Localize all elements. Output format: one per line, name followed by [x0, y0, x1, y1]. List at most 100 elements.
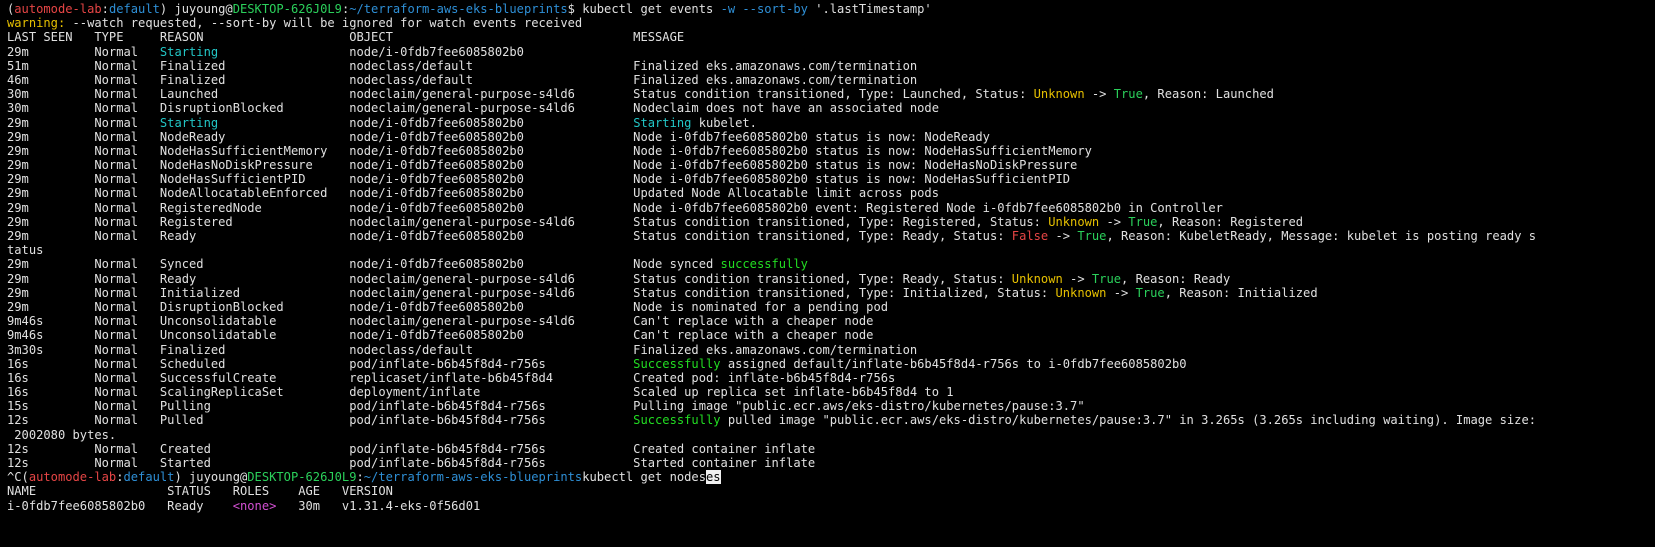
terminal-text-segment: : [116, 470, 124, 485]
terminal-text-segment: Starting [159, 44, 219, 59]
terminal-text-segment: 46m Normal Finalized nodeclass/default F… [7, 72, 918, 87]
terminal-line: 9m46s Normal Unconsolidatable nodeclaim/… [7, 314, 1655, 328]
terminal-text-segment: 29m Normal [7, 115, 160, 130]
terminal-text-segment: 29m Normal Registered nodeclaim/general-… [7, 214, 1049, 229]
terminal-line: 29m Normal Starting node/i-0fdb7fee60858… [7, 116, 1655, 130]
terminal-text-segment: automode-lab [14, 2, 102, 16]
terminal-text-segment: 15s Normal Pulling pod/inflate-b6b45f8d4… [7, 399, 1085, 414]
terminal-text-segment: : [101, 2, 109, 16]
terminal-text-segment: es [706, 470, 721, 485]
terminal-text-segment: Successfully [633, 356, 721, 371]
terminal-text-segment: -> [1084, 87, 1114, 102]
terminal-line: 29m Normal NodeHasNoDiskPressure node/i-… [7, 158, 1655, 172]
terminal-line: 12s Normal Started pod/inflate-b6b45f8d4… [7, 456, 1655, 470]
terminal-text-segment: -> [1048, 229, 1078, 243]
terminal-text-segment: i-0fdb7fee6085802b0 Ready [7, 498, 233, 513]
terminal-text-segment: default [123, 470, 175, 485]
terminal-text-segment: successfully [720, 257, 808, 272]
terminal-line: 16s Normal ScalingReplicaSet deployment/… [7, 385, 1655, 399]
terminal-line: 2002080 bytes. [7, 428, 1655, 442]
terminal-line: 29m Normal NodeHasSufficientPID node/i-0… [7, 172, 1655, 186]
terminal-text-segment: : [356, 470, 364, 485]
terminal-line: 3m30s Normal Finalized nodeclass/default… [7, 343, 1655, 357]
terminal-text-segment: ~/terraform-aws-eks-blueprints [349, 2, 568, 16]
terminal-text-segment: 29m Normal Synced node/i-0fdb7fee6085802… [7, 257, 721, 272]
terminal-text-segment: automode-lab [28, 470, 117, 485]
terminal-text-segment: Starting [159, 115, 219, 130]
terminal-text-segment: LAST SEEN TYPE REASON OBJECT MESSAGE [7, 30, 685, 45]
terminal-text-segment: default [108, 2, 160, 16]
terminal-text-segment: 3m30s Normal Finalized nodeclass/default… [7, 342, 918, 357]
terminal-line: 16s Normal Scheduled pod/inflate-b6b45f8… [7, 357, 1655, 371]
terminal-text-segment: 29m Normal NodeHasSufficientPID node/i-0… [7, 172, 1071, 187]
terminal-text-segment: Unknown [1055, 285, 1107, 300]
terminal-text-segment: , Reason: Registered [1157, 214, 1304, 229]
terminal-text-segment: 2002080 bytes. [7, 427, 117, 442]
terminal-line: 12s Normal Pulled pod/inflate-b6b45f8d4-… [7, 413, 1655, 427]
terminal-text-segment: True [1113, 87, 1143, 102]
terminal-line: 30m Normal DisruptionBlocked nodeclaim/g… [7, 101, 1655, 115]
terminal-text-segment: 16s Normal SuccessfulCreate replicaset/i… [7, 370, 896, 385]
terminal-text-segment: True [1091, 271, 1122, 286]
terminal-line: (automode-lab:default) juyoung@DESKTOP-6… [7, 2, 1655, 16]
terminal-text-segment: '.lastTimestamp' [807, 2, 932, 16]
terminal-text-segment: ~/terraform-aws-eks-blueprints [363, 470, 583, 485]
terminal-text-segment: kubelet. [691, 115, 757, 130]
terminal-text-segment: -w --sort-by [720, 2, 808, 16]
terminal-text-segment: 29m Normal Ready node/i-0fdb7fee6085802b… [7, 229, 1012, 243]
terminal-text-segment: $ kubectl get events [567, 2, 721, 16]
terminal-text-segment: 29m Normal RegisteredNode node/i-0fdb7fe… [7, 200, 1223, 215]
terminal-text-segment: node/i-0fdb7fee6085802b0 [218, 115, 634, 130]
terminal-text-segment: 12s Normal Started pod/inflate-b6b45f8d4… [7, 456, 816, 470]
terminal-text-segment: True [1128, 214, 1158, 229]
terminal-line: 29m Normal NodeAllocatableEnforced node/… [7, 186, 1655, 200]
terminal-text-segment: 29m Normal NodeHasSufficientMemory node/… [7, 143, 1092, 158]
terminal-line: 29m Normal Initialized nodeclaim/general… [7, 286, 1655, 300]
terminal-text-segment: 30m Normal Launched nodeclaim/general-pu… [7, 87, 1034, 102]
terminal-line: 29m Normal Ready node/i-0fdb7fee6085802b… [7, 229, 1655, 243]
terminal-line: 15s Normal Pulling pod/inflate-b6b45f8d4… [7, 399, 1655, 413]
terminal-text-segment: pulled image "public.ecr.aws/eks-distro/… [720, 413, 1537, 428]
terminal-text-segment: --watch requested, --sort-by will be ign… [65, 16, 583, 31]
terminal-text-segment: True [1077, 229, 1107, 243]
terminal-text-segment: -> [1062, 271, 1092, 286]
terminal-text-segment: 29m Normal Initialized nodeclaim/general… [7, 285, 1056, 300]
terminal-line: LAST SEEN TYPE REASON OBJECT MESSAGE [7, 30, 1655, 44]
terminal-line: 51m Normal Finalized nodeclass/default F… [7, 59, 1655, 73]
terminal-text-segment: ) juyoung@ [174, 470, 248, 485]
terminal-text-segment: 16s Normal Scheduled pod/inflate-b6b45f8… [7, 356, 634, 371]
terminal-text-segment: 9m46s Normal Unconsolidatable nodeclaim/… [7, 314, 874, 329]
terminal-text-segment: NAME STATUS ROLES AGE VERSION [7, 484, 393, 499]
terminal-line: 30m Normal Launched nodeclaim/general-pu… [7, 87, 1655, 101]
terminal-text-segment: 12s Normal Created pod/inflate-b6b45f8d4… [7, 441, 816, 456]
terminal-text-segment: 29m Normal NodeHasNoDiskPressure node/i-… [7, 158, 1078, 173]
terminal-line: 29m Normal NodeHasSufficientMemory node/… [7, 144, 1655, 158]
terminal-text-segment: False [1011, 229, 1049, 243]
terminal-line: ^C(automode-lab:default) juyoung@DESKTOP… [7, 470, 1655, 485]
terminal-text-segment: node/i-0fdb7fee6085802b0 [218, 44, 524, 59]
terminal-text-segment: , Reason: KubeletReady, Message: kubelet… [1106, 229, 1537, 243]
terminal-text-segment: Unknown [1033, 87, 1085, 102]
terminal-text-segment: <none> [232, 498, 277, 513]
terminal-text-segment: 51m Normal Finalized nodeclass/default F… [7, 58, 918, 73]
terminal-text-segment: 29m Normal NodeReady node/i-0fdb7fee6085… [7, 129, 990, 144]
terminal-text-segment: Unknown [1048, 214, 1100, 229]
terminal-text-segment: warning: [7, 16, 66, 31]
terminal-text-segment: Successfully [633, 413, 721, 428]
terminal-text-segment: Starting [633, 115, 692, 130]
terminal-line: 29m Normal Registered nodeclaim/general-… [7, 215, 1655, 229]
terminal-text-segment: ) juyoung@ [159, 2, 233, 16]
terminal-line: NAME STATUS ROLES AGE VERSION [7, 484, 1655, 498]
terminal-text-segment: 30m Normal DisruptionBlocked nodeclaim/g… [7, 101, 939, 116]
terminal-line: 16s Normal SuccessfulCreate replicaset/i… [7, 371, 1655, 385]
terminal-line: 9m46s Normal Unconsolidatable node/i-0fd… [7, 328, 1655, 342]
terminal-window[interactable]: (automode-lab:default) juyoung@DESKTOP-6… [0, 0, 1655, 547]
terminal-text-segment: , Reason: Launched [1142, 87, 1274, 102]
terminal-line: i-0fdb7fee6085802b0 Ready <none> 30m v1.… [7, 499, 1655, 513]
terminal-text-segment: 9m46s Normal Unconsolidatable node/i-0fd… [7, 328, 874, 343]
terminal-text-segment: 29m Normal NodeAllocatableEnforced node/… [7, 186, 939, 201]
terminal-line: 12s Normal Created pod/inflate-b6b45f8d4… [7, 442, 1655, 456]
terminal-line: tatus [7, 243, 1655, 257]
terminal-line: 29m Normal DisruptionBlocked node/i-0fdb… [7, 300, 1655, 314]
terminal-line: 46m Normal Finalized nodeclass/default F… [7, 73, 1655, 87]
